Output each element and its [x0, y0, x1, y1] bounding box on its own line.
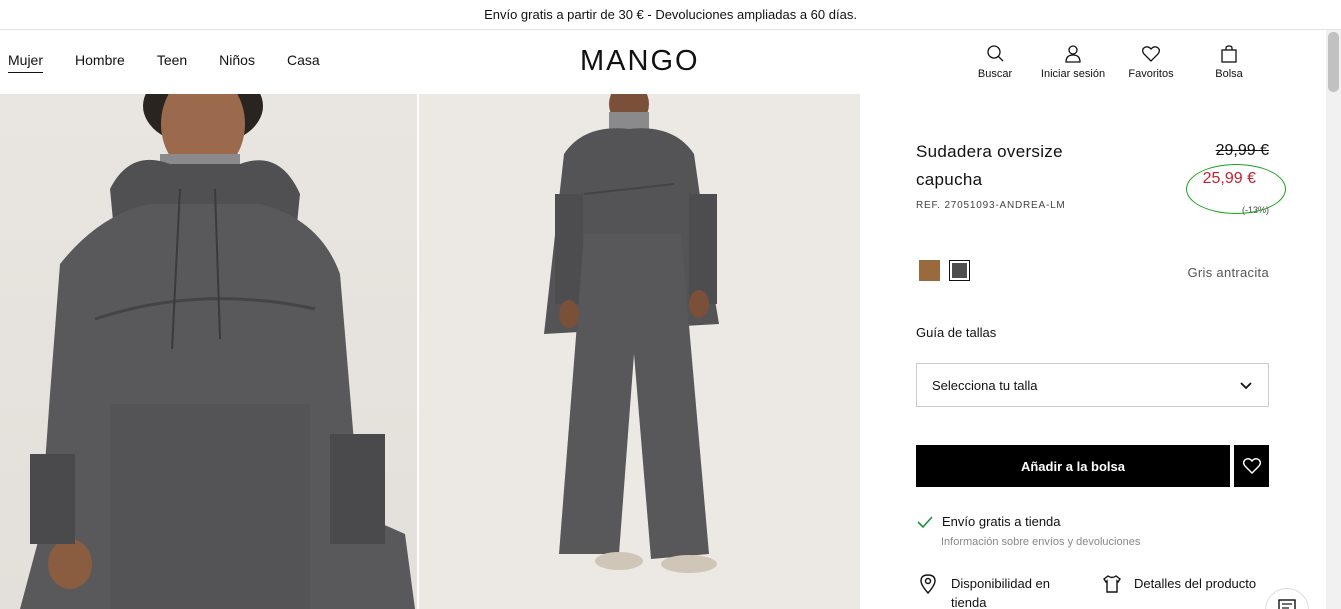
color-swatch-grey-selected[interactable]	[949, 260, 970, 281]
product-image-fullbody[interactable]	[419, 94, 860, 609]
add-to-favorites-button[interactable]	[1234, 445, 1269, 487]
product-title: Sudadera oversize capucha	[916, 142, 1063, 189]
heart-icon	[1242, 458, 1261, 474]
nav-item-teen[interactable]: Teen	[157, 52, 187, 73]
shipping-info-link[interactable]: Información sobre envíos y devoluciones	[941, 536, 1140, 548]
user-icon	[1065, 45, 1081, 63]
chat-icon	[1278, 599, 1296, 609]
announcement-bar: Envío gratis a partir de 30 € - Devoluci…	[0, 0, 1341, 30]
header-actions: Buscar Iniciar sesión Favoritos Bolsa	[956, 44, 1268, 80]
product-image-closeup[interactable]	[0, 94, 417, 609]
nav-item-hombre[interactable]: Hombre	[75, 52, 125, 73]
scrollbar-thumb[interactable]	[1328, 32, 1339, 92]
add-to-bag-button[interactable]: Añadir a la bolsa	[916, 445, 1230, 487]
product-ref: REF. 27051093-ANDREA-LM	[916, 200, 1066, 211]
size-select-placeholder: Selecciona tu talla	[932, 377, 1038, 393]
shipping-label: Envío gratis a tienda	[942, 514, 1061, 529]
main-nav: Mujer Hombre Teen Niños Casa	[8, 52, 352, 73]
search-button[interactable]: Buscar	[956, 44, 1034, 80]
search-label: Buscar	[977, 68, 1013, 80]
check-icon	[917, 515, 933, 528]
chat-button[interactable]	[1265, 588, 1309, 609]
bag-button[interactable]: Bolsa	[1190, 44, 1268, 80]
bag-label: Bolsa	[1215, 68, 1243, 80]
announcement-text: Envío gratis a partir de 30 € - Devoluci…	[484, 7, 857, 22]
heart-icon	[1141, 46, 1161, 62]
brand-logo[interactable]: MANGO	[580, 45, 700, 78]
price-annotation-circle	[1186, 164, 1286, 214]
location-pin-icon	[920, 574, 936, 594]
nav-item-mujer[interactable]: Mujer	[8, 52, 44, 73]
search-icon	[987, 45, 1004, 62]
favorites-button[interactable]: Favoritos	[1112, 44, 1190, 80]
size-guide-link[interactable]: Guía de tallas	[916, 325, 996, 340]
nav-item-casa[interactable]: Casa	[287, 52, 320, 73]
site-header: Mujer Hombre Teen Niños Casa MANGO Busca…	[0, 30, 1326, 94]
bag-icon	[1221, 45, 1237, 63]
shipping-info: Envío gratis a tienda	[916, 514, 1061, 529]
chevron-down-icon	[1240, 382, 1252, 390]
old-price: 29,99 €	[1215, 142, 1269, 159]
color-swatch-brown[interactable]	[919, 260, 940, 281]
store-availability-label: Disponibilidad en tienda	[951, 576, 1051, 609]
favorites-label: Favoritos	[1128, 68, 1174, 80]
page-scrollbar[interactable]	[1326, 30, 1341, 609]
tshirt-icon	[1103, 575, 1121, 593]
selected-color-name: Gris antracita	[1187, 265, 1269, 280]
product-details-label: Detalles del producto	[1134, 576, 1257, 591]
nav-item-ninos[interactable]: Niños	[219, 52, 255, 73]
product-details-link[interactable]: Detalles del producto	[1102, 574, 1256, 594]
store-availability-link[interactable]: Disponibilidad en tienda	[919, 574, 1071, 609]
size-select[interactable]: Selecciona tu talla	[916, 363, 1269, 407]
login-button[interactable]: Iniciar sesión	[1034, 44, 1112, 80]
login-label: Iniciar sesión	[1040, 68, 1106, 80]
